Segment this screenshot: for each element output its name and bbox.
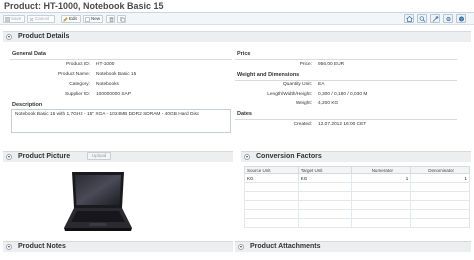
delete-button[interactable] <box>106 15 115 23</box>
description-title: Description <box>12 102 43 108</box>
product-details-title: Product Details <box>18 33 70 40</box>
field-label: Product ID: <box>66 62 90 67</box>
conversion-factors-table: Source Unit Target Unit Numerator Denomi… <box>244 166 470 228</box>
field-label: Product Name: <box>58 72 90 77</box>
cancel-button[interactable]: Cancel <box>27 15 55 23</box>
category-value: Notebooks <box>96 82 119 87</box>
general-data-divider <box>10 59 232 60</box>
table-row <box>244 209 470 219</box>
table-header-row: Source Unit Target Unit Numerator Denomi… <box>244 166 470 174</box>
new-label: New <box>91 16 101 21</box>
home-button[interactable] <box>404 14 414 23</box>
save-button[interactable]: Save <box>3 15 25 23</box>
table-row <box>244 191 470 201</box>
collapse-toggle-icon[interactable] <box>6 34 12 40</box>
home-icon <box>406 16 413 22</box>
field-label: Category: <box>69 82 90 87</box>
field-label: Weight: <box>295 101 312 106</box>
created-value: 12.07.2012 16:00 CET <box>318 122 367 127</box>
copy-icon <box>119 17 125 22</box>
table-row <box>244 200 470 210</box>
toolbar: Save Cancel Edit New ? <box>0 13 474 25</box>
column-header-target-unit[interactable]: Target Unit <box>297 166 353 174</box>
tools-button[interactable] <box>430 14 440 23</box>
save-icon <box>5 17 10 22</box>
copy-button[interactable] <box>117 15 126 23</box>
price-value: 956,00 EUR <box>318 62 345 67</box>
field-label: Quantity Unit: <box>282 82 312 87</box>
description-text: Notebook Basic 15 with 1,7GHz - 15" XGA … <box>15 112 200 117</box>
new-document-icon <box>85 17 90 22</box>
product-attachments-header[interactable]: Product Attachments <box>235 241 471 252</box>
product-picture-title: Product Picture <box>18 153 71 160</box>
table-row <box>244 182 470 192</box>
quantity-unit-value: EA <box>318 82 325 87</box>
weight-dimensions-divider <box>235 80 457 81</box>
gear-icon <box>446 16 451 22</box>
product-picture-header[interactable]: Product Picture <box>3 151 233 162</box>
collapse-toggle-icon[interactable] <box>6 154 12 160</box>
column-header-numerator[interactable]: Numerator <box>351 166 412 174</box>
product-notes-header[interactable]: Product Notes <box>3 241 233 252</box>
pencil-icon <box>63 17 68 22</box>
conversion-factors-title: Conversion Factors <box>256 153 322 160</box>
table-row[interactable]: KG KG 1 1 <box>244 173 470 183</box>
weight-value: 4,200 KG <box>318 101 339 106</box>
upload-button[interactable]: Upload <box>87 152 112 160</box>
collapse-toggle-icon[interactable] <box>244 154 250 160</box>
general-data-title: General Data <box>12 51 46 57</box>
supplier-id-value: 100000000 SAP <box>96 92 131 97</box>
product-id-value: HT-1000 <box>96 62 115 67</box>
help-icon: ? <box>459 16 464 22</box>
weight-dimensions-title: Weight and Dimensions <box>237 72 300 78</box>
conversion-factors-header[interactable]: Conversion Factors <box>241 151 471 162</box>
price-label: Price: <box>299 62 312 67</box>
field-label: Length/Width/Height: <box>267 92 312 97</box>
dates-divider <box>235 119 457 120</box>
title-bar: Product: HT-1000, Notebook Basic 15 <box>0 0 474 13</box>
settings-button[interactable] <box>443 14 453 23</box>
column-header-denominator[interactable]: Denominator <box>410 166 470 174</box>
edit-label: Edit <box>69 16 77 21</box>
denominator-cell: 1 <box>410 173 470 183</box>
collapse-toggle-icon[interactable] <box>6 244 12 250</box>
trash-icon <box>109 17 113 22</box>
dates-title: Dates <box>237 111 252 117</box>
field-label: Supplier ID: <box>64 92 90 97</box>
product-name-value: Notebook Basic 15 <box>96 72 137 77</box>
help-button[interactable]: ? <box>456 14 466 23</box>
cancel-label: Cancel <box>35 16 50 21</box>
page-title: Product: HT-1000, Notebook Basic 15 <box>4 1 164 11</box>
price-title: Price <box>237 51 251 57</box>
created-label: Created: <box>293 122 312 127</box>
notebook-image <box>64 172 132 231</box>
search-button[interactable] <box>417 14 427 23</box>
price-divider <box>235 59 457 60</box>
product-details-header[interactable]: Product Details <box>3 31 471 42</box>
cancel-icon <box>29 17 34 22</box>
search-icon <box>419 16 426 22</box>
collapse-toggle-icon[interactable] <box>238 244 244 250</box>
source-unit-cell: KG <box>244 173 299 183</box>
numerator-cell: 1 <box>351 173 412 183</box>
new-button[interactable]: New <box>83 15 103 23</box>
tools-icon <box>432 16 439 22</box>
target-unit-cell: KG <box>297 173 353 183</box>
description-textarea[interactable]: Notebook Basic 15 with 1,7GHz - 15" XGA … <box>11 109 231 133</box>
save-label: Save <box>11 16 22 21</box>
column-header-source-unit[interactable]: Source Unit <box>244 166 299 174</box>
dimensions-value: 0,300 / 0,180 / 0,030 M <box>318 92 368 97</box>
table-row <box>244 218 470 228</box>
product-attachments-title: Product Attachments <box>250 243 321 250</box>
product-notes-title: Product Notes <box>18 243 66 250</box>
edit-button[interactable]: Edit <box>61 15 81 23</box>
